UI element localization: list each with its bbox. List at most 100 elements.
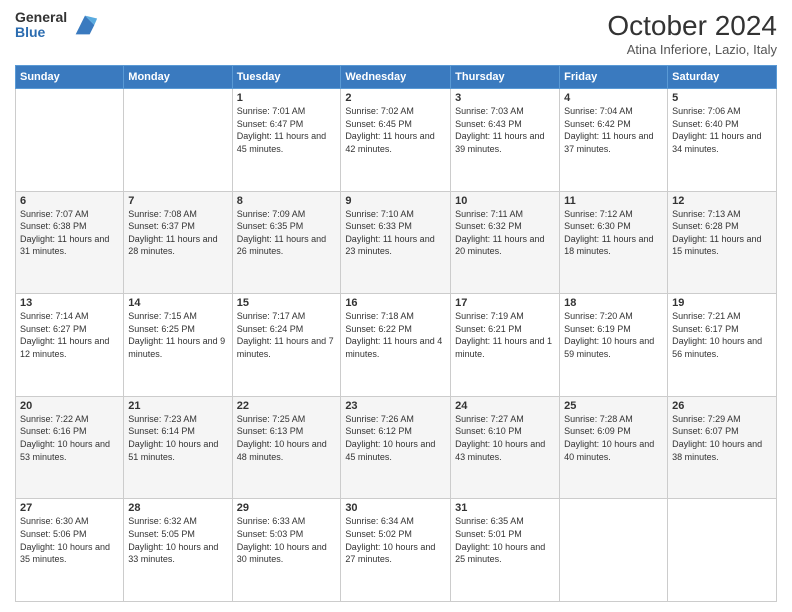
week-row-4: 20Sunrise: 7:22 AMSunset: 6:16 PMDayligh… xyxy=(16,396,777,499)
logo-icon xyxy=(71,11,99,39)
day-info: Sunrise: 6:34 AMSunset: 5:02 PMDaylight:… xyxy=(345,515,446,565)
day-info: Sunrise: 7:09 AMSunset: 6:35 PMDaylight:… xyxy=(237,208,337,258)
day-info: Sunrise: 6:30 AMSunset: 5:06 PMDaylight:… xyxy=(20,515,119,565)
day-number: 18 xyxy=(564,297,663,309)
day-cell: 22Sunrise: 7:25 AMSunset: 6:13 PMDayligh… xyxy=(232,396,341,499)
day-number: 31 xyxy=(455,502,555,514)
day-cell: 5Sunrise: 7:06 AMSunset: 6:40 PMDaylight… xyxy=(668,89,777,192)
day-number: 6 xyxy=(20,195,119,207)
day-cell: 24Sunrise: 7:27 AMSunset: 6:10 PMDayligh… xyxy=(451,396,560,499)
day-cell: 30Sunrise: 6:34 AMSunset: 5:02 PMDayligh… xyxy=(341,499,451,602)
day-cell: 29Sunrise: 6:33 AMSunset: 5:03 PMDayligh… xyxy=(232,499,341,602)
day-number: 15 xyxy=(237,297,337,309)
day-info: Sunrise: 7:23 AMSunset: 6:14 PMDaylight:… xyxy=(128,413,227,463)
day-number: 10 xyxy=(455,195,555,207)
day-number: 29 xyxy=(237,502,337,514)
logo: General Blue xyxy=(15,10,99,41)
day-info: Sunrise: 6:32 AMSunset: 5:05 PMDaylight:… xyxy=(128,515,227,565)
day-number: 8 xyxy=(237,195,337,207)
day-number: 9 xyxy=(345,195,446,207)
header: General Blue October 2024 Atina Inferior… xyxy=(15,10,777,57)
day-info: Sunrise: 7:10 AMSunset: 6:33 PMDaylight:… xyxy=(345,208,446,258)
day-cell xyxy=(16,89,124,192)
day-cell: 27Sunrise: 6:30 AMSunset: 5:06 PMDayligh… xyxy=(16,499,124,602)
day-info: Sunrise: 6:35 AMSunset: 5:01 PMDaylight:… xyxy=(455,515,555,565)
day-cell: 13Sunrise: 7:14 AMSunset: 6:27 PMDayligh… xyxy=(16,294,124,397)
weekday-header-monday: Monday xyxy=(124,66,232,89)
week-row-5: 27Sunrise: 6:30 AMSunset: 5:06 PMDayligh… xyxy=(16,499,777,602)
day-cell: 10Sunrise: 7:11 AMSunset: 6:32 PMDayligh… xyxy=(451,191,560,294)
day-cell: 7Sunrise: 7:08 AMSunset: 6:37 PMDaylight… xyxy=(124,191,232,294)
day-number: 5 xyxy=(672,92,772,104)
day-info: Sunrise: 7:02 AMSunset: 6:45 PMDaylight:… xyxy=(345,105,446,155)
day-info: Sunrise: 7:07 AMSunset: 6:38 PMDaylight:… xyxy=(20,208,119,258)
day-number: 19 xyxy=(672,297,772,309)
day-number: 30 xyxy=(345,502,446,514)
title-block: October 2024 Atina Inferiore, Lazio, Ita… xyxy=(607,10,777,57)
day-number: 20 xyxy=(20,400,119,412)
page: General Blue October 2024 Atina Inferior… xyxy=(0,0,792,612)
day-cell: 16Sunrise: 7:18 AMSunset: 6:22 PMDayligh… xyxy=(341,294,451,397)
day-number: 11 xyxy=(564,195,663,207)
day-number: 1 xyxy=(237,92,337,104)
day-number: 26 xyxy=(672,400,772,412)
day-cell: 12Sunrise: 7:13 AMSunset: 6:28 PMDayligh… xyxy=(668,191,777,294)
day-cell: 28Sunrise: 6:32 AMSunset: 5:05 PMDayligh… xyxy=(124,499,232,602)
day-info: Sunrise: 7:21 AMSunset: 6:17 PMDaylight:… xyxy=(672,310,772,360)
day-cell: 4Sunrise: 7:04 AMSunset: 6:42 PMDaylight… xyxy=(560,89,668,192)
day-info: Sunrise: 7:11 AMSunset: 6:32 PMDaylight:… xyxy=(455,208,555,258)
day-info: Sunrise: 7:12 AMSunset: 6:30 PMDaylight:… xyxy=(564,208,663,258)
day-info: Sunrise: 7:18 AMSunset: 6:22 PMDaylight:… xyxy=(345,310,446,360)
day-number: 27 xyxy=(20,502,119,514)
weekday-header-sunday: Sunday xyxy=(16,66,124,89)
day-number: 12 xyxy=(672,195,772,207)
day-number: 24 xyxy=(455,400,555,412)
week-row-1: 1Sunrise: 7:01 AMSunset: 6:47 PMDaylight… xyxy=(16,89,777,192)
day-info: Sunrise: 7:06 AMSunset: 6:40 PMDaylight:… xyxy=(672,105,772,155)
day-cell: 26Sunrise: 7:29 AMSunset: 6:07 PMDayligh… xyxy=(668,396,777,499)
day-number: 14 xyxy=(128,297,227,309)
day-cell: 6Sunrise: 7:07 AMSunset: 6:38 PMDaylight… xyxy=(16,191,124,294)
day-number: 7 xyxy=(128,195,227,207)
day-info: Sunrise: 7:22 AMSunset: 6:16 PMDaylight:… xyxy=(20,413,119,463)
day-number: 22 xyxy=(237,400,337,412)
day-cell: 17Sunrise: 7:19 AMSunset: 6:21 PMDayligh… xyxy=(451,294,560,397)
day-cell: 14Sunrise: 7:15 AMSunset: 6:25 PMDayligh… xyxy=(124,294,232,397)
day-info: Sunrise: 7:14 AMSunset: 6:27 PMDaylight:… xyxy=(20,310,119,360)
day-info: Sunrise: 7:17 AMSunset: 6:24 PMDaylight:… xyxy=(237,310,337,360)
day-cell: 23Sunrise: 7:26 AMSunset: 6:12 PMDayligh… xyxy=(341,396,451,499)
day-number: 2 xyxy=(345,92,446,104)
day-info: Sunrise: 7:20 AMSunset: 6:19 PMDaylight:… xyxy=(564,310,663,360)
weekday-header-saturday: Saturday xyxy=(668,66,777,89)
day-cell: 2Sunrise: 7:02 AMSunset: 6:45 PMDaylight… xyxy=(341,89,451,192)
day-cell xyxy=(668,499,777,602)
day-number: 3 xyxy=(455,92,555,104)
weekday-header-thursday: Thursday xyxy=(451,66,560,89)
day-info: Sunrise: 7:08 AMSunset: 6:37 PMDaylight:… xyxy=(128,208,227,258)
weekday-header-wednesday: Wednesday xyxy=(341,66,451,89)
day-info: Sunrise: 7:25 AMSunset: 6:13 PMDaylight:… xyxy=(237,413,337,463)
day-number: 23 xyxy=(345,400,446,412)
day-cell: 15Sunrise: 7:17 AMSunset: 6:24 PMDayligh… xyxy=(232,294,341,397)
day-cell: 20Sunrise: 7:22 AMSunset: 6:16 PMDayligh… xyxy=(16,396,124,499)
day-cell: 3Sunrise: 7:03 AMSunset: 6:43 PMDaylight… xyxy=(451,89,560,192)
day-number: 13 xyxy=(20,297,119,309)
day-number: 4 xyxy=(564,92,663,104)
day-cell xyxy=(124,89,232,192)
weekday-header-friday: Friday xyxy=(560,66,668,89)
day-cell: 11Sunrise: 7:12 AMSunset: 6:30 PMDayligh… xyxy=(560,191,668,294)
day-number: 16 xyxy=(345,297,446,309)
day-info: Sunrise: 7:15 AMSunset: 6:25 PMDaylight:… xyxy=(128,310,227,360)
weekday-header-row: SundayMondayTuesdayWednesdayThursdayFrid… xyxy=(16,66,777,89)
day-cell: 21Sunrise: 7:23 AMSunset: 6:14 PMDayligh… xyxy=(124,396,232,499)
day-cell: 18Sunrise: 7:20 AMSunset: 6:19 PMDayligh… xyxy=(560,294,668,397)
day-cell: 19Sunrise: 7:21 AMSunset: 6:17 PMDayligh… xyxy=(668,294,777,397)
day-info: Sunrise: 7:26 AMSunset: 6:12 PMDaylight:… xyxy=(345,413,446,463)
day-info: Sunrise: 7:27 AMSunset: 6:10 PMDaylight:… xyxy=(455,413,555,463)
day-cell: 31Sunrise: 6:35 AMSunset: 5:01 PMDayligh… xyxy=(451,499,560,602)
day-info: Sunrise: 6:33 AMSunset: 5:03 PMDaylight:… xyxy=(237,515,337,565)
day-number: 21 xyxy=(128,400,227,412)
day-cell: 25Sunrise: 7:28 AMSunset: 6:09 PMDayligh… xyxy=(560,396,668,499)
location-subtitle: Atina Inferiore, Lazio, Italy xyxy=(607,42,777,57)
day-cell xyxy=(560,499,668,602)
